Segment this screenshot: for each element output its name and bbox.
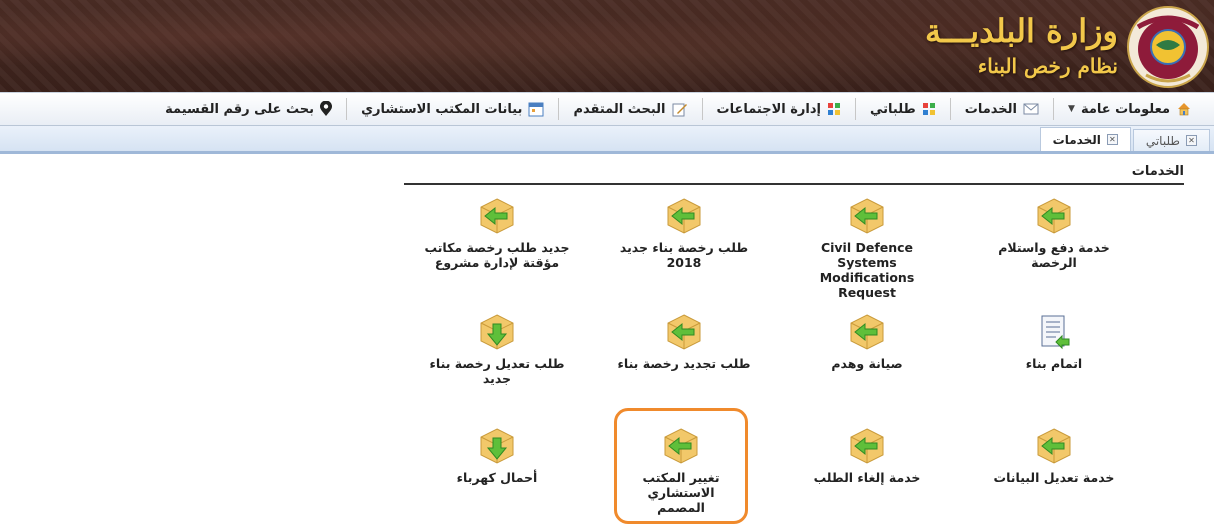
cube-arrow-icon xyxy=(667,314,701,350)
ministry-title: وزارة البلديـــة xyxy=(924,12,1118,50)
menu-advanced-search[interactable]: البحث المتقدم xyxy=(558,98,701,120)
tab-strip: ✕ طلباتي ✕ الخدمات xyxy=(0,126,1214,154)
service-label: خدمة تعديل البيانات xyxy=(993,470,1115,485)
service-building-completion[interactable]: اتمام بناء xyxy=(979,312,1129,371)
service-license-renewal[interactable]: طلب تجديد رخصة بناء xyxy=(609,312,759,371)
service-label: طلب تعديل رخصة بناء جديد xyxy=(429,356,565,386)
menu-consultant-office-data-label: بيانات المكتب الاستشاري xyxy=(361,101,523,117)
tab-services[interactable]: ✕ الخدمات xyxy=(1039,127,1131,151)
service-data-modification[interactable]: خدمة تعديل البيانات xyxy=(979,426,1129,485)
highlight-frame xyxy=(614,408,748,524)
tab-my-requests[interactable]: ✕ طلباتي xyxy=(1132,129,1210,151)
service-new-building-license-2018[interactable]: طلب رخصة بناء جديد 2018 xyxy=(609,196,759,270)
menu-general-info[interactable]: معلومات عامة ▼ xyxy=(1053,98,1206,120)
calendar-icon xyxy=(528,102,544,117)
edit-icon xyxy=(672,103,687,117)
menu-general-info-label: معلومات عامة xyxy=(1080,101,1170,117)
menu-my-requests[interactable]: طلباتي xyxy=(855,98,950,120)
close-icon[interactable]: ✕ xyxy=(1106,134,1118,145)
tab-services-label: الخدمات xyxy=(1052,132,1101,147)
header-banner: وزارة البلديـــة نظام رخص البناء xyxy=(0,0,1214,92)
home-icon xyxy=(1178,103,1190,116)
service-license-modification[interactable]: طلب تعديل رخصة بناء جديد xyxy=(422,312,572,386)
section-title: الخدمات xyxy=(1131,164,1184,179)
service-civil-defence[interactable]: Civil Defence Systems Modifications Requ… xyxy=(792,196,942,300)
cube-arrow-icon xyxy=(850,198,884,234)
close-icon[interactable]: ✕ xyxy=(1186,135,1197,146)
cube-arrow-icon xyxy=(1037,428,1071,464)
envelope-icon xyxy=(1023,103,1039,115)
cube-down-arrow-icon xyxy=(480,314,514,350)
main-menu-bar: معلومات عامة ▼ الخدمات طلباتي إدارة الاج… xyxy=(0,92,1214,126)
service-label: جديد طلب رخصة مكاتب مؤقتة لإدارة مشروع xyxy=(424,240,570,270)
menu-consultant-office-data[interactable]: بيانات المكتب الاستشاري xyxy=(346,98,558,120)
service-label: خدمة إلغاء الطلب xyxy=(813,470,921,485)
service-label: أحمال كهرباء xyxy=(456,470,538,485)
cube-arrow-icon xyxy=(1037,198,1071,234)
service-label: Civil Defence Systems Modifications Requ… xyxy=(819,240,915,300)
service-license-payment[interactable]: خدمة دفع واستلام الرخصة xyxy=(979,196,1129,270)
map-pin-icon xyxy=(320,101,333,116)
service-label: اتمام بناء xyxy=(1025,356,1083,371)
service-electrical-loads[interactable]: أحمال كهرباء xyxy=(422,426,572,485)
cube-arrow-icon xyxy=(667,198,701,234)
menu-meetings-label: إدارة الاجتماعات xyxy=(716,101,822,117)
cube-arrow-icon xyxy=(850,314,884,350)
menu-services-label: الخدمات xyxy=(964,101,1018,117)
tab-my-requests-label: طلباتي xyxy=(1145,133,1180,148)
service-label: طلب تجديد رخصة بناء xyxy=(617,356,751,371)
service-label: صيانة وهدم xyxy=(831,356,903,371)
menu-advanced-search-label: البحث المتقدم xyxy=(573,101,666,117)
cube-arrow-icon xyxy=(480,198,514,234)
menu-plot-number-search-label: بحث على رقم القسيمة xyxy=(165,101,315,117)
tiles-icon xyxy=(922,103,935,115)
cube-arrow-icon xyxy=(850,428,884,464)
ministry-emblem-icon xyxy=(1127,6,1209,88)
service-label: طلب رخصة بناء جديد 2018 xyxy=(619,240,749,270)
cube-down-arrow-icon xyxy=(480,428,514,464)
system-subtitle: نظام رخص البناء xyxy=(977,54,1118,78)
document-icon xyxy=(1041,315,1070,350)
service-label: خدمة دفع واستلام الرخصة xyxy=(998,240,1110,270)
service-temporary-offices[interactable]: جديد طلب رخصة مكاتب مؤقتة لإدارة مشروع xyxy=(422,196,572,270)
chevron-down-icon[interactable]: ▼ xyxy=(1068,104,1075,114)
service-request-cancellation[interactable]: خدمة إلغاء الطلب xyxy=(792,426,942,485)
tiles-icon xyxy=(828,103,841,115)
menu-meetings[interactable]: إدارة الاجتماعات xyxy=(701,98,856,120)
menu-plot-number-search[interactable]: بحث على رقم القسيمة xyxy=(151,98,346,120)
menu-services[interactable]: الخدمات xyxy=(949,98,1053,120)
service-maintenance-demolition[interactable]: صيانة وهدم xyxy=(792,312,942,371)
section-divider xyxy=(404,183,1184,185)
menu-my-requests-label: طلباتي xyxy=(870,101,916,117)
